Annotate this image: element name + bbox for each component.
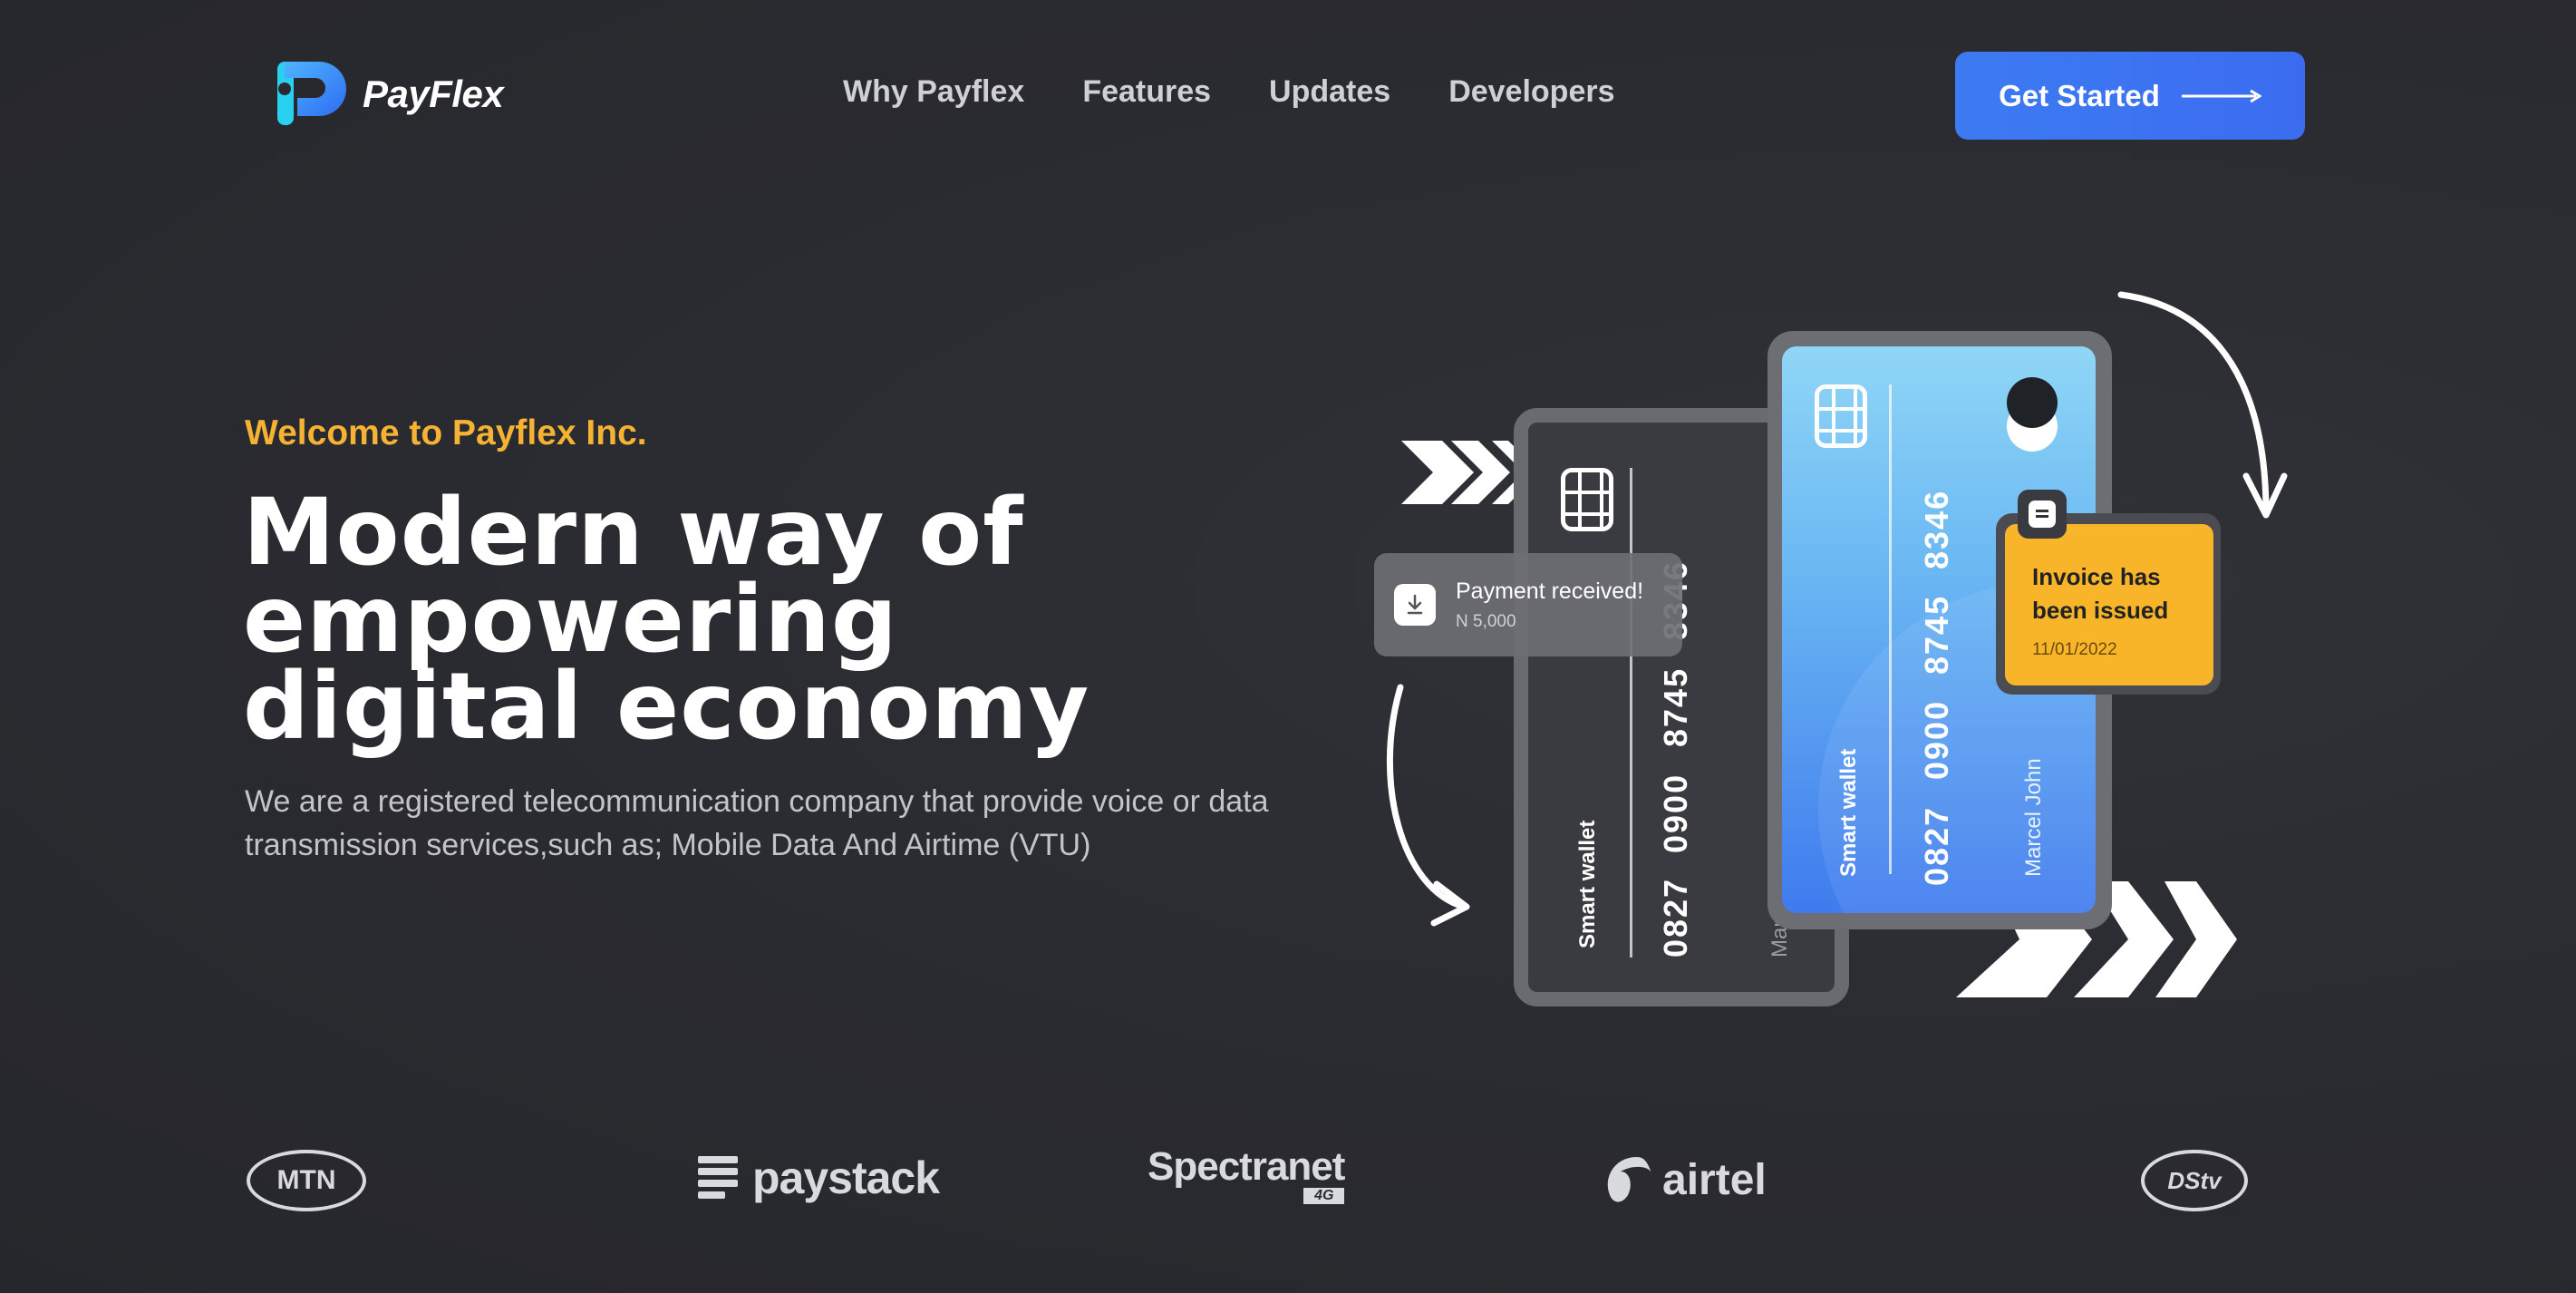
paystack-wordmark: paystack [752,1152,940,1203]
landing-page: PayFlex Why Payflex Features Updates Dev… [0,0,2576,1293]
card-holder: Marcel John [2021,758,2046,877]
nav-features[interactable]: Features [1082,74,1211,110]
partner-spectranet: Spectranet 4G [1148,1144,1345,1204]
hero-eyebrow: Welcome to Payflex Inc. [245,413,647,452]
get-started-label: Get Started [1999,78,2160,112]
card-divider [1630,468,1632,958]
partner-dstv: DStv [2141,1150,2248,1211]
brand-name: PayFlex [363,73,504,115]
payflex-logo-icon [272,58,350,131]
nav-updates[interactable]: Updates [1269,74,1390,110]
airtel-wordmark: airtel [1662,1155,1767,1204]
toast-amount: N 5,000 [1456,611,1516,631]
card-number-3: 8745 [1657,666,1694,747]
download-icon [1394,584,1436,626]
headline-line-2: empowering [243,566,898,674]
nav-why-payflex[interactable]: Why Payflex [843,74,1024,110]
airtel-swirl-icon [1607,1157,1651,1202]
hero-headline: Modern way of empowering digital economy [243,479,1331,761]
spectranet-tag: 4G [1303,1188,1345,1204]
invoice-title-line-1: Invoice has [2032,563,2161,590]
headline-line-3: digital economy [243,653,1090,761]
card-number-1: 0827 [1657,877,1694,958]
brand-logo[interactable]: PayFlex [272,58,504,131]
card-chip-icon [1815,384,1867,448]
dstv-logo: DStv [2141,1150,2248,1211]
mtn-logo: MTN [247,1150,366,1211]
card-toggle-icon [2007,377,2058,452]
partner-paystack: paystack [698,1152,940,1204]
arrow-right-icon [2181,89,2261,102]
card-divider [1889,384,1892,874]
card-number-2: 0900 [1918,699,1955,780]
invoice-title-line-2: been issued [2032,597,2169,624]
partner-airtel: airtel [1597,1152,1767,1208]
card-number-1: 0827 [1918,805,1955,886]
partner-mtn: MTN [247,1150,366,1211]
main-nav: Why Payflex Features Updates Developers [843,74,1615,110]
mtn-wordmark: MTN [276,1165,336,1195]
hero-illustration: Smart wallet 0827 0900 8745 8346 Marcel … [1351,272,2311,1034]
invoice-date: 11/01/2022 [2032,640,2117,659]
hero-description: We are a registered telecommunication co… [245,784,1269,862]
card-number-3: 8745 [1918,594,1955,675]
card-number-2: 0900 [1657,773,1694,853]
paystack-icon [698,1156,738,1199]
card-number-4: 8346 [1918,489,1955,569]
card-chip-icon [1561,468,1613,531]
get-started-button[interactable]: Get Started [1955,52,2305,140]
headline-line-1: Modern way of [243,479,1024,587]
dstv-wordmark: DStv [2167,1166,2222,1194]
spectranet-wordmark: Spectranet [1148,1144,1345,1189]
invoice-issued-card: Invoice has been issued 11/01/2022 [1996,513,2221,695]
nav-developers[interactable]: Developers [1448,74,1614,110]
card-label: Smart wallet [1575,820,1600,948]
toast-title: Payment received! [1456,578,1644,604]
card-label: Smart wallet [1836,748,1861,877]
document-icon [2018,490,2067,539]
payment-received-toast: Payment received! N 5,000 [1374,553,1682,656]
invoice-body: Invoice has been issued 11/01/2022 [2005,524,2213,685]
